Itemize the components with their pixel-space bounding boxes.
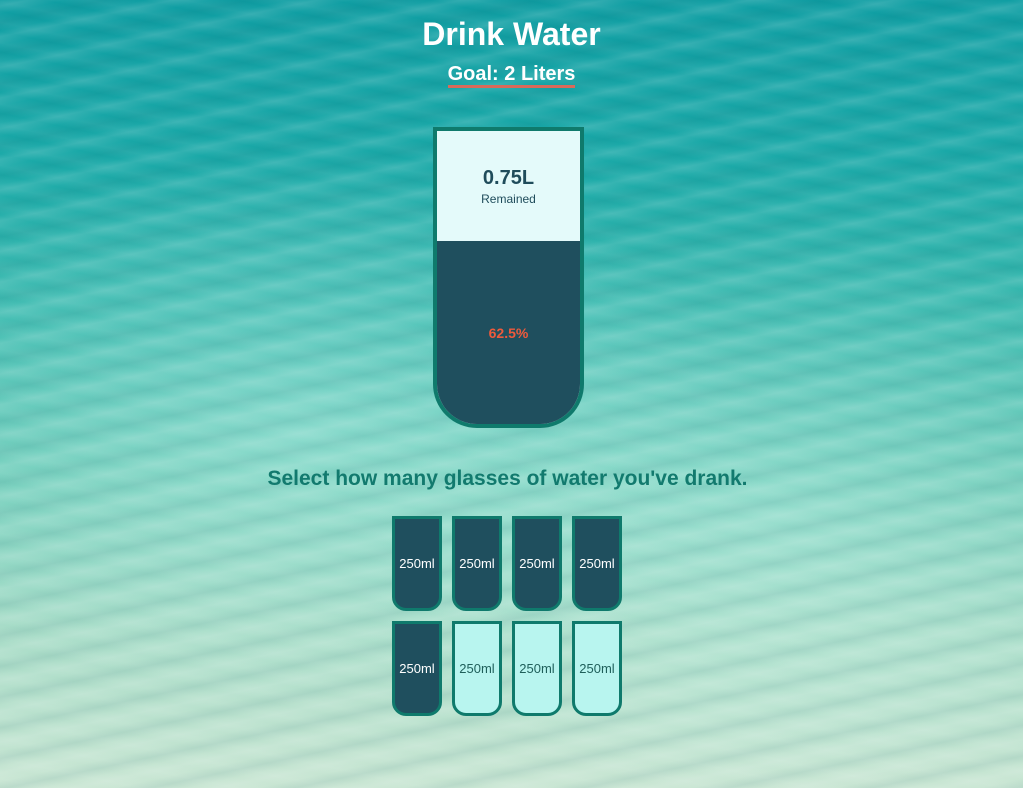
small-cup[interactable]: 250ml: [572, 621, 622, 716]
small-cup[interactable]: 250ml: [452, 516, 502, 611]
goal-text: Goal: 2 Liters: [447, 63, 576, 88]
page-title: Drink Water: [422, 16, 601, 52]
small-cup[interactable]: 250ml: [512, 516, 562, 611]
remained-section: 0.75L Remained: [437, 131, 580, 241]
small-cup[interactable]: 250ml: [452, 621, 502, 716]
remained-label: Remained: [481, 191, 536, 206]
remained-value: 0.75L: [482, 166, 535, 189]
small-cups-grid: 250ml 250ml 250ml 250ml 250ml 250ml 250m…: [392, 516, 632, 716]
small-cup[interactable]: 250ml: [512, 621, 562, 716]
instruction-text: Select how many glasses of water you've …: [267, 467, 748, 490]
percentage-fill: 62.5%: [437, 241, 580, 424]
small-cup[interactable]: 250ml: [392, 516, 442, 611]
goal-label: Goal: 2 Liters: [0, 63, 1023, 88]
big-cup: 0.75L Remained 62.5%: [433, 127, 584, 428]
small-cup[interactable]: 250ml: [392, 621, 442, 716]
small-cup[interactable]: 250ml: [572, 516, 622, 611]
percentage-text: 62.5%: [488, 324, 529, 341]
